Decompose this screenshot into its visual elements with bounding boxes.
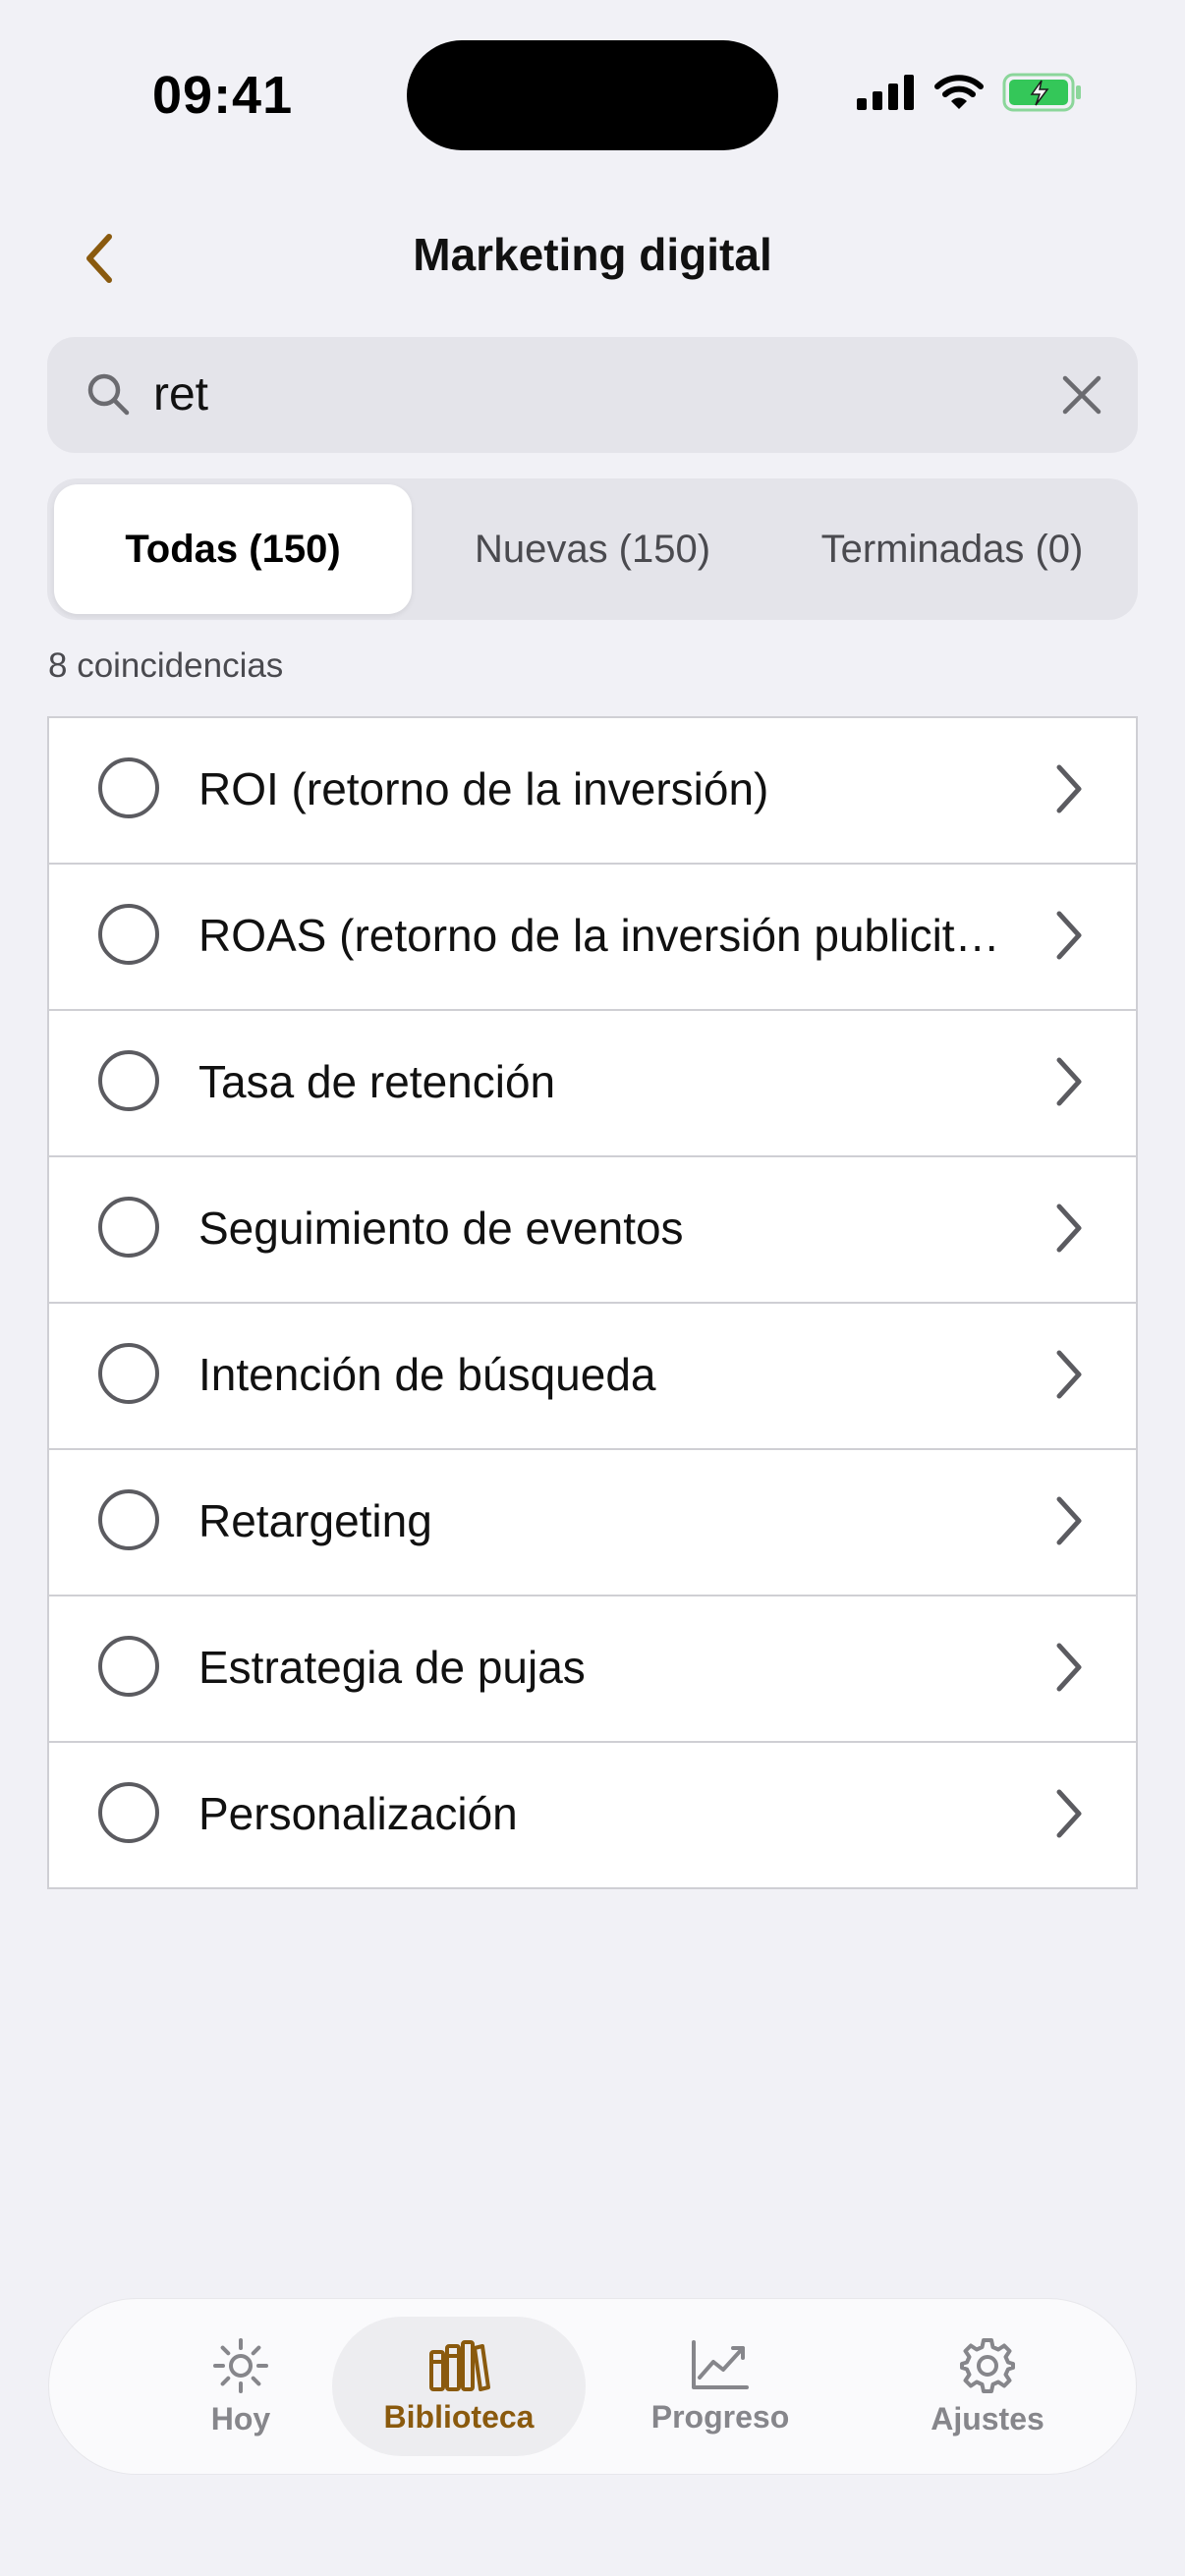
list-item-label: Personalización	[198, 1788, 518, 1839]
search-icon	[87, 373, 130, 416]
battery-charging-icon	[1002, 73, 1081, 112]
chevron-right-icon	[1056, 1057, 1082, 1106]
list-item-label: ROAS (retorno de la inversión publicit…	[198, 910, 1000, 961]
list-item-label: Retargeting	[198, 1495, 432, 1546]
wifi-icon	[934, 75, 984, 109]
page-title: Marketing digital	[413, 229, 772, 280]
tab-progress-label: Progreso	[650, 2398, 790, 2435]
segment-new[interactable]: Nuevas (150)	[414, 484, 771, 614]
search-input[interactable]	[153, 359, 1038, 429]
radio-circle-icon[interactable]	[98, 1782, 159, 1843]
list-item[interactable]: Intención de búsqueda	[49, 1304, 1136, 1450]
match-count: 8 coincidencias	[48, 646, 284, 685]
radio-circle-icon[interactable]	[98, 1636, 159, 1697]
chevron-right-icon	[1056, 1350, 1082, 1399]
tab-bar: Hoy Biblioteca Progreso Ajustes	[49, 2299, 1136, 2474]
list-item[interactable]: Personalización	[49, 1743, 1136, 1887]
list-item[interactable]: Retargeting	[49, 1450, 1136, 1596]
segment-all[interactable]: Todas (150)	[54, 484, 412, 614]
list-item[interactable]: ROAS (retorno de la inversión publicit…	[49, 865, 1136, 1011]
chevron-right-icon	[1056, 1789, 1082, 1838]
list-item[interactable]: Tasa de retención	[49, 1011, 1136, 1157]
sun-icon	[213, 2337, 268, 2393]
tab-today[interactable]: Hoy	[114, 2317, 367, 2456]
tab-settings[interactable]: Ajustes	[861, 2317, 1114, 2456]
chevron-right-icon	[1056, 1643, 1082, 1692]
list-item-label: ROI (retorno de la inversión)	[198, 763, 769, 814]
list-item-label: Seguimiento de eventos	[198, 1203, 684, 1254]
results-list: ROI (retorno de la inversión) ROAS (reto…	[47, 716, 1138, 1889]
list-item-label: Estrategia de pujas	[198, 1642, 586, 1693]
radio-circle-icon[interactable]	[98, 1489, 159, 1550]
radio-circle-icon[interactable]	[98, 1050, 159, 1111]
chart-icon	[692, 2339, 749, 2389]
list-item-label: Tasa de retención	[198, 1056, 556, 1107]
tab-library[interactable]: Biblioteca	[332, 2317, 586, 2456]
tab-progress[interactable]: Progreso	[593, 2317, 847, 2456]
list-item[interactable]: Seguimiento de eventos	[49, 1157, 1136, 1304]
chevron-right-icon	[1056, 1496, 1082, 1545]
chevron-right-icon	[1056, 911, 1082, 960]
dynamic-island	[407, 40, 778, 150]
status-icons	[857, 73, 1083, 112]
list-item[interactable]: Estrategia de pujas	[49, 1596, 1136, 1743]
radio-circle-icon[interactable]	[98, 757, 159, 818]
tab-today-label: Hoy	[210, 2400, 271, 2436]
radio-circle-icon[interactable]	[98, 904, 159, 965]
search-bar	[47, 337, 1138, 453]
status-time: 09:41	[152, 66, 294, 125]
library-icon	[429, 2339, 490, 2391]
clear-search-icon[interactable]	[1059, 372, 1104, 418]
list-item[interactable]: ROI (retorno de la inversión)	[49, 718, 1136, 865]
segment-finished[interactable]: Terminadas (0)	[773, 484, 1131, 614]
tab-library-label: Biblioteca	[383, 2398, 535, 2435]
list-item-label: Intención de búsqueda	[198, 1349, 656, 1400]
status-bar: 09:41	[0, 0, 1185, 187]
cellular-signal-icon	[857, 75, 914, 110]
tab-settings-label: Ajustes	[931, 2400, 1044, 2436]
filter-segmented-control: Todas (150) Nuevas (150) Terminadas (0)	[47, 478, 1138, 620]
radio-circle-icon[interactable]	[98, 1343, 159, 1404]
chevron-right-icon	[1056, 1204, 1082, 1253]
chevron-right-icon	[1056, 764, 1082, 813]
gear-icon	[960, 2337, 1015, 2393]
radio-circle-icon[interactable]	[98, 1197, 159, 1258]
